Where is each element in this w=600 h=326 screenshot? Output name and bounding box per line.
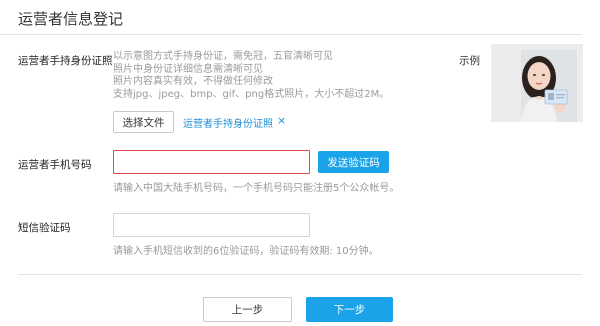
remove-file-icon[interactable]: × (277, 114, 286, 127)
sms-code-label: 短信验证码 (18, 222, 71, 234)
title-divider (0, 34, 582, 35)
phone-hint: 请输入中国大陆手机号码，一个手机号码只能注册5个公众帐号。 (113, 183, 400, 194)
id-photo-hint-4: 支持jpg、jpeg、bmp、gif、png格式照片，大小不超过2M。 (113, 88, 390, 100)
send-code-button[interactable]: 发送验证码 (318, 151, 389, 173)
choose-file-button[interactable]: 选择文件 (113, 111, 174, 133)
id-photo-hint-2: 照片中身份证详细信息需清晰可见 (113, 63, 263, 75)
example-photo-illustration (491, 44, 583, 122)
prev-step-button[interactable]: 上一步 (203, 297, 292, 322)
sms-code-hint: 请输入手机短信收到的6位验证码，验证码有效期: 10分钟。 (113, 246, 379, 257)
page-title: 运营者信息登记 (18, 10, 124, 28)
uploaded-file-link[interactable]: 运营者手持身份证照 (183, 115, 273, 130)
sms-code-input[interactable] (113, 213, 310, 237)
id-photo-hint-3: 照片内容真实有效，不得做任何修改 (113, 76, 273, 87)
next-step-button[interactable]: 下一步 (306, 297, 393, 322)
phone-input[interactable] (113, 150, 310, 174)
phone-label: 运营者手机号码 (18, 159, 92, 171)
bottom-divider (18, 274, 582, 275)
id-photo-hint-1: 以示意图方式手持身份证，需免冠，五官清晰可见 (113, 51, 333, 62)
id-photo-hints: 以示意图方式手持身份证，需免冠，五官清晰可见 照片中身份证详细信息需清晰可见 照… (113, 51, 389, 101)
id-photo-label: 运营者手持身份证照 (18, 55, 113, 67)
example-image (491, 44, 583, 122)
example-label: 示例 (459, 55, 480, 67)
